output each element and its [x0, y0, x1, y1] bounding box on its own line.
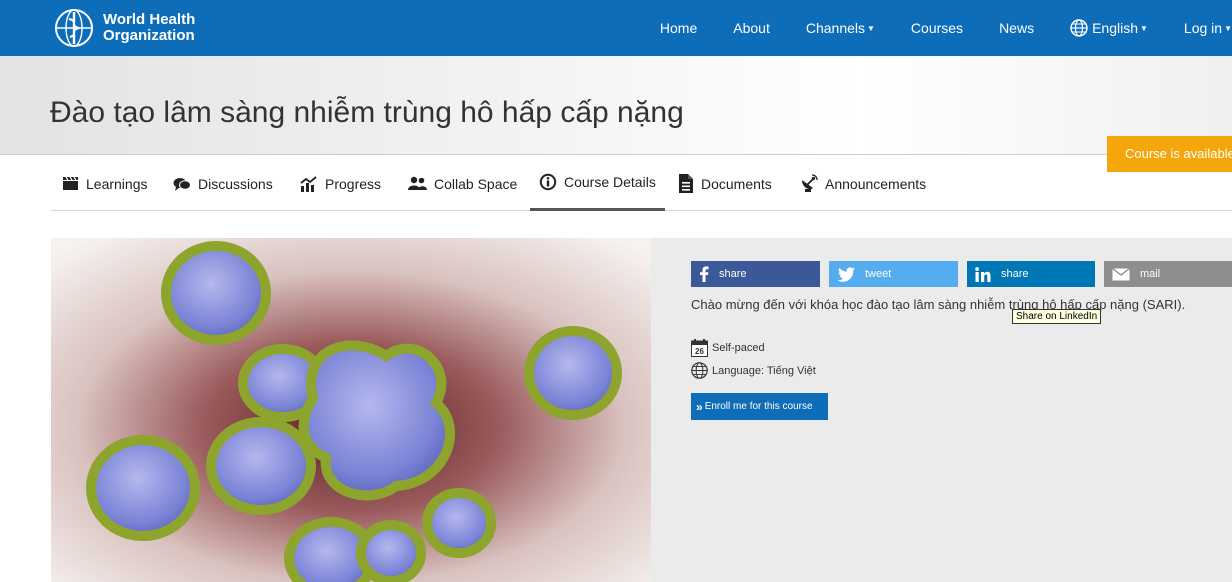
mail-icon: [1112, 267, 1130, 280]
language-selector[interactable]: English ▼: [1070, 19, 1148, 37]
course-pace-label: Self-paced: [712, 342, 765, 354]
facebook-share-button[interactable]: share: [691, 261, 820, 287]
globe-icon: [1070, 19, 1088, 37]
nav-login-label: Log in: [1183, 20, 1223, 36]
linkedin-icon: [975, 266, 991, 282]
twitter-share-button[interactable]: tweet: [829, 261, 958, 287]
title-band: Đào tạo lâm sàng nhiễm trùng hô hấp cấp …: [0, 56, 1232, 155]
clapperboard-icon: [63, 176, 78, 190]
caret-down-icon: ▼: [867, 23, 875, 33]
tab-announcements[interactable]: Announcements: [800, 156, 926, 211]
nav-courses[interactable]: Courses: [911, 20, 963, 36]
nav-about[interactable]: About: [733, 20, 770, 36]
nav-courses-label: Courses: [910, 20, 964, 36]
tab-discussions[interactable]: Discussions: [173, 156, 273, 211]
mail-share-label: mail: [1140, 268, 1161, 280]
globe-icon: [691, 362, 708, 379]
linkedin-share-label: share: [1001, 268, 1029, 280]
tab-progress[interactable]: Progress: [300, 156, 381, 211]
facebook-icon: [700, 266, 709, 282]
tab-progress-label: Progress: [325, 175, 382, 192]
nav-channels-label: Channels: [805, 20, 865, 36]
tab-learnings[interactable]: Learnings: [62, 156, 148, 211]
logo-line-2: Organization: [103, 27, 195, 44]
who-emblem-icon: [55, 9, 93, 47]
tab-discussions-label: Discussions: [198, 175, 273, 192]
mail-share-button[interactable]: mail: [1104, 261, 1232, 287]
nav-channels[interactable]: Channels ▼: [806, 20, 875, 36]
course-pace: 26 Self-paced: [691, 339, 765, 357]
caret-down-icon: ▼: [1224, 23, 1232, 33]
linkedin-tooltip: Share on LinkedIn: [1012, 309, 1102, 324]
calendar-icon: 26: [691, 339, 708, 357]
tab-collab-space[interactable]: Collab Space: [408, 156, 517, 211]
nav-home[interactable]: Home: [660, 20, 697, 36]
course-language-label: Language: Tiếng Việt: [712, 364, 816, 377]
tab-course-details[interactable]: Course Details: [530, 156, 665, 211]
calendar-day: 26: [695, 347, 704, 356]
course-hero-image: [51, 238, 651, 582]
tab-documents[interactable]: Documents: [678, 156, 772, 211]
nav-news-label: News: [999, 20, 1035, 36]
caret-down-icon: ▼: [1140, 23, 1148, 33]
nav-about-label: About: [733, 20, 770, 36]
course-language: Language: Tiếng Việt: [691, 362, 816, 379]
chart-icon: [300, 175, 317, 192]
tab-documents-label: Documents: [701, 175, 772, 192]
double-chevron-icon: »: [696, 399, 703, 414]
nav-login[interactable]: Log in ▼: [1184, 20, 1232, 36]
top-navbar: World Health Organization Home About Cha…: [0, 0, 1232, 56]
chat-icon: [173, 177, 191, 191]
satellite-icon: [802, 174, 818, 192]
course-intro-text: Chào mừng đến với khóa học đào tạo lâm s…: [691, 297, 1186, 312]
enroll-label: Enroll me for this course: [704, 401, 813, 412]
course-tabs: Learnings Discussions Progress Collab Sp…: [51, 156, 1232, 211]
tab-announcements-label: Announcements: [825, 175, 927, 192]
language-label: English: [1092, 20, 1138, 36]
logo-line-1: World Health: [103, 11, 196, 28]
document-icon: [679, 174, 693, 193]
main-nav: Home About Channels ▼ Courses News Englis…: [660, 0, 1232, 56]
people-icon: [408, 176, 427, 190]
nav-home-label: Home: [659, 20, 698, 36]
facebook-share-label: share: [719, 268, 747, 280]
twitter-share-label: tweet: [865, 268, 892, 280]
linkedin-share-button[interactable]: share: [967, 261, 1095, 287]
tab-collab-label: Collab Space: [434, 175, 518, 192]
nav-news[interactable]: News: [999, 20, 1034, 36]
enroll-button[interactable]: » Enroll me for this course: [691, 393, 828, 420]
tab-details-label: Course Details: [564, 174, 656, 190]
page-title: Đào tạo lâm sàng nhiễm trùng hô hấp cấp …: [50, 96, 684, 129]
who-logo[interactable]: World Health Organization: [52, 7, 202, 49]
info-icon: [539, 173, 557, 191]
tab-learnings-label: Learnings: [86, 175, 148, 192]
twitter-icon: [837, 266, 855, 282]
